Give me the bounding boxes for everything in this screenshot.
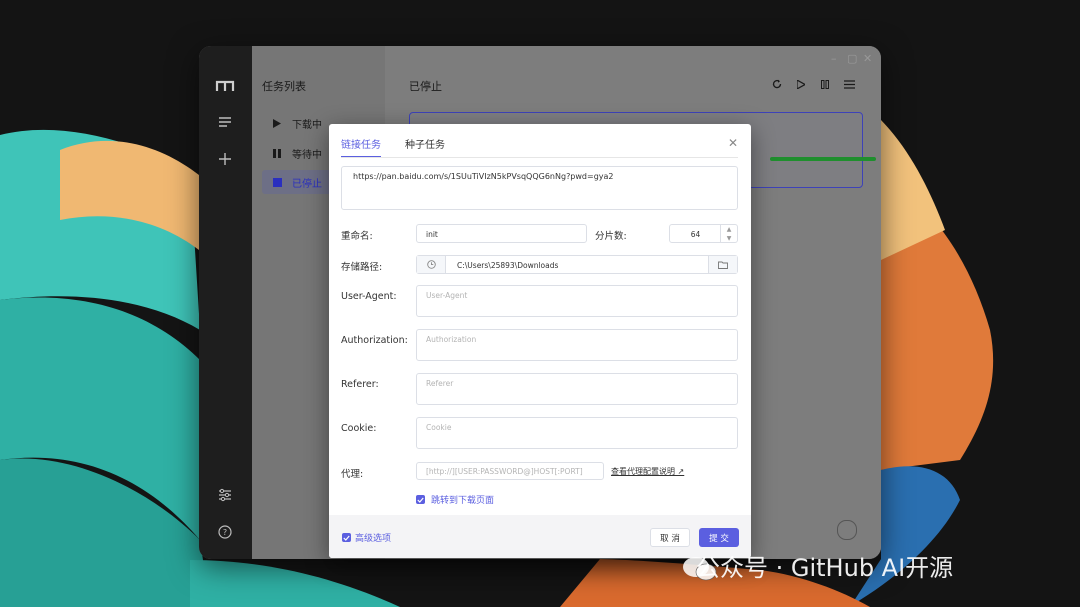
tab-link-task[interactable]: 链接任务 [341, 136, 381, 158]
pause-all-icon[interactable] [817, 76, 833, 92]
tab-torrent-task[interactable]: 种子任务 [405, 136, 445, 158]
proxy-placeholder: [http://][USER:PASSWORD@]HOST[:PORT] [426, 467, 583, 476]
refresh-icon[interactable] [769, 76, 785, 92]
play-icon [270, 116, 284, 130]
history-icon[interactable] [417, 256, 446, 273]
svg-text:?: ? [223, 528, 227, 537]
side-rail: ? [199, 46, 252, 559]
external-link-icon: ↗ [675, 467, 685, 476]
rename-input[interactable]: init [416, 224, 587, 243]
path-value: C:\Users\25893\Downloads [457, 261, 559, 270]
authorization-label: Authorization: [341, 335, 408, 346]
menu-icon[interactable] [211, 108, 239, 136]
chevron-up-icon[interactable]: ▲ [721, 225, 737, 234]
window-close-icon[interactable]: ✕ [863, 52, 872, 65]
dialog-tabs: 链接任务 种子任务 [341, 136, 469, 158]
advanced-checkbox-label[interactable]: 高级选项 [355, 531, 391, 544]
nav-waiting-label: 等待中 [292, 149, 322, 161]
new-task-dialog: 链接任务 种子任务 ✕ https://pan.baidu.com/s/1SUu… [329, 124, 751, 558]
proxy-help-link[interactable]: 查看代理配置说明 ↗ [611, 466, 684, 477]
referer-label: Referer: [341, 379, 379, 390]
window-maximize-icon[interactable]: ▢ [847, 52, 857, 65]
url-textarea[interactable]: https://pan.baidu.com/s/1SUuTiVIzN5kPVsq… [341, 166, 738, 210]
cookie-input[interactable]: Cookie [416, 417, 738, 449]
watermark-text: 公众号 · GitHub AI开源 [696, 554, 954, 582]
proxy-help-link-text: 查看代理配置说明 [611, 467, 675, 476]
task-progress-bar [770, 157, 876, 161]
rename-label: 重命名: [341, 231, 373, 242]
help-icon[interactable]: ? [211, 518, 239, 546]
m-logo-icon [211, 72, 239, 100]
path-label: 存储路径: [341, 262, 383, 273]
play-all-icon[interactable] [793, 76, 809, 92]
split-stepper[interactable]: 64 ▲ ▼ [669, 224, 738, 243]
nav-downloading-label: 下载中 [292, 119, 322, 131]
user-agent-input[interactable]: User-Agent [416, 285, 738, 317]
cookie-label: Cookie: [341, 423, 377, 434]
authorization-input[interactable]: Authorization [416, 329, 738, 361]
cookie-placeholder: Cookie [426, 423, 452, 432]
proxy-label: 代理: [341, 469, 364, 480]
user-agent-label: User-Agent: [341, 291, 397, 302]
speedometer-icon[interactable] [837, 520, 857, 540]
authorization-placeholder: Authorization [426, 335, 477, 344]
page-title: 已停止 [409, 80, 442, 93]
nav-stopped-label: 已停止 [292, 178, 322, 190]
rename-value: init [426, 230, 438, 239]
folder-icon[interactable] [708, 256, 737, 273]
split-label: 分片数: [595, 231, 627, 242]
user-agent-placeholder: User-Agent [426, 291, 468, 300]
pause-icon [270, 146, 284, 160]
task-list-title: 任务列表 [262, 80, 306, 93]
cancel-button[interactable]: 取 消 [650, 528, 690, 547]
stepper-buttons[interactable]: ▲ ▼ [720, 225, 737, 242]
window-minimize-icon[interactable]: – [831, 52, 837, 65]
tab-divider [341, 157, 738, 158]
referer-placeholder: Referer [426, 379, 454, 388]
referer-input[interactable]: Referer [416, 373, 738, 405]
chevron-down-icon[interactable]: ▼ [721, 234, 737, 243]
jump-checkbox-label[interactable]: 跳转到下载页面 [431, 493, 494, 506]
stop-icon [270, 175, 284, 189]
dialog-footer: 高级选项 取 消 提 交 [329, 515, 751, 558]
sliders-icon[interactable] [211, 481, 239, 509]
list-icon[interactable] [841, 76, 857, 92]
proxy-input[interactable]: [http://][USER:PASSWORD@]HOST[:PORT] [416, 462, 604, 480]
jump-checkbox[interactable] [416, 495, 425, 504]
plus-icon[interactable] [211, 145, 239, 173]
submit-button[interactable]: 提 交 [699, 528, 739, 547]
split-value: 64 [690, 230, 701, 239]
path-input[interactable]: C:\Users\25893\Downloads [416, 255, 738, 274]
close-icon[interactable]: ✕ [728, 136, 738, 150]
advanced-checkbox[interactable] [342, 533, 351, 542]
